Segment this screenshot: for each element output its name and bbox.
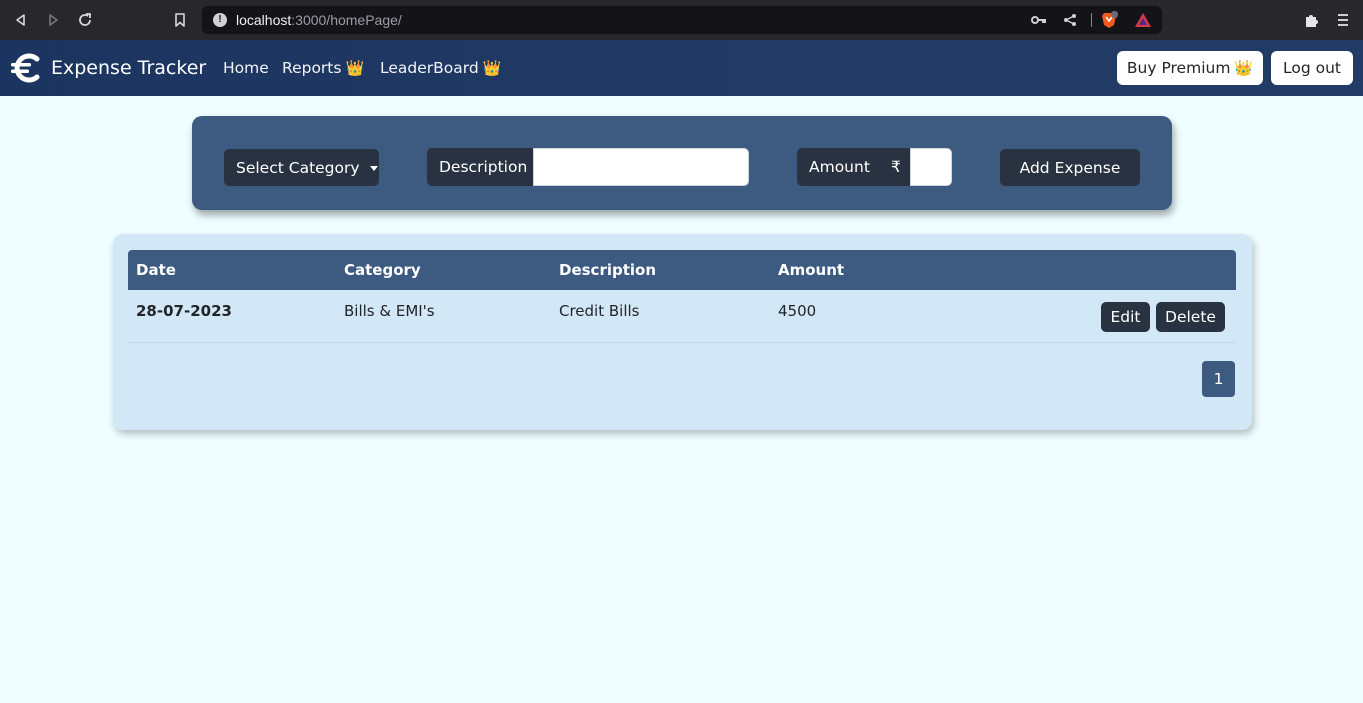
share-icon[interactable] [1061, 11, 1079, 29]
cell-description: Credit Bills [559, 302, 640, 320]
info-icon[interactable]: ! [213, 13, 227, 27]
add-expense-button[interactable]: Add Expense [1000, 149, 1140, 186]
description-input[interactable] [533, 148, 749, 186]
bookmark-icon[interactable] [170, 10, 190, 30]
table-header: Date Category Description Amount [128, 250, 1236, 290]
amount-input[interactable] [910, 148, 952, 186]
header-category: Category [344, 261, 421, 279]
table-row: 28-07-2023 Bills & EMI's Credit Bills 45… [128, 290, 1236, 343]
url-separator [1091, 13, 1092, 27]
nav-link-reports[interactable]: Reports 👑 [282, 59, 364, 77]
crown-icon: 👑 [1234, 59, 1254, 77]
caret-down-icon [369, 166, 378, 171]
forward-icon[interactable] [43, 10, 63, 30]
url-path: :3000/homePage/ [291, 12, 402, 28]
delete-label: Delete [1165, 308, 1216, 326]
amount-label: Amount [809, 158, 870, 176]
nav-link-home[interactable]: Home [223, 59, 269, 77]
pagination-page-1[interactable]: 1 [1202, 361, 1235, 397]
extensions-icon[interactable] [1301, 10, 1321, 30]
url-host: localhost [236, 12, 292, 28]
euro-logo-icon[interactable] [10, 52, 42, 84]
add-expense-form: Select Category Description Amount ₹ Add… [192, 116, 1172, 210]
crown-icon: 👑 [482, 59, 502, 77]
logout-button[interactable]: Log out [1271, 51, 1353, 85]
nav-link-label: LeaderBoard [380, 59, 479, 77]
browser-toolbar: ! localhost:3000/homePage/ [0, 0, 1363, 40]
header-amount: Amount [778, 261, 845, 279]
delete-button[interactable]: Delete [1156, 302, 1225, 332]
nav-link-label: Home [223, 59, 269, 77]
back-icon[interactable] [11, 10, 31, 30]
reload-icon[interactable] [75, 10, 95, 30]
description-addon: Description [427, 148, 535, 186]
rupee-icon: ₹ [891, 158, 901, 176]
brave-shield-icon[interactable] [1100, 11, 1118, 29]
cell-amount: 4500 [778, 302, 817, 320]
header-description: Description [559, 261, 657, 279]
brave-rewards-icon[interactable] [1134, 11, 1152, 29]
expense-table-card: Date Category Description Amount 28-07-2… [113, 234, 1252, 430]
edit-label: Edit [1110, 308, 1141, 326]
buy-premium-label: Buy Premium [1126, 59, 1231, 77]
address-bar[interactable]: ! localhost:3000/homePage/ [202, 6, 1162, 34]
add-expense-label: Add Expense [1019, 158, 1121, 177]
cell-category: Bills & EMI's [344, 302, 435, 320]
buy-premium-button[interactable]: Buy Premium 👑 [1117, 51, 1263, 85]
logout-label: Log out [1283, 59, 1341, 77]
description-label: Description [439, 158, 528, 176]
header-date: Date [136, 261, 176, 279]
url-text: localhost:3000/homePage/ [236, 12, 402, 28]
menu-icon[interactable] [1333, 10, 1353, 30]
select-category-label: Select Category [236, 158, 360, 177]
cell-date: 28-07-2023 [136, 302, 232, 320]
app-navbar: Expense Tracker Home Reports 👑 LeaderBoar… [0, 40, 1363, 96]
key-icon[interactable] [1030, 11, 1048, 29]
brand-title[interactable]: Expense Tracker [51, 57, 206, 79]
select-category-dropdown[interactable]: Select Category [224, 149, 379, 186]
nav-link-label: Reports [282, 59, 342, 77]
edit-button[interactable]: Edit [1101, 302, 1150, 332]
page-number: 1 [1213, 370, 1224, 388]
nav-link-leaderboard[interactable]: LeaderBoard 👑 [380, 59, 501, 77]
amount-addon: Amount ₹ [797, 148, 912, 186]
crown-icon: 👑 [345, 59, 365, 77]
